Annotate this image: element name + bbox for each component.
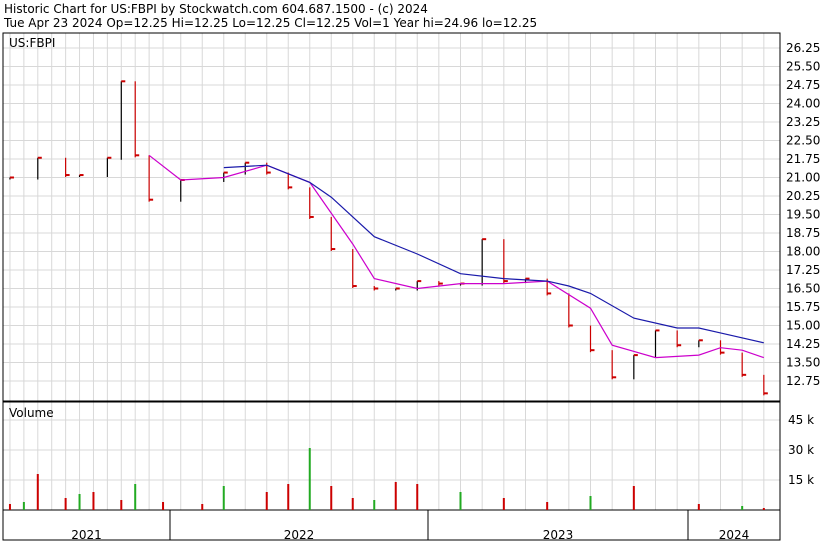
price-tick-label: 19.50 xyxy=(786,208,820,222)
chart-header-line2: Tue Apr 23 2024 Op=12.25 Hi=12.25 Lo=12.… xyxy=(3,16,537,30)
price-tick-label: 18.00 xyxy=(786,245,820,259)
volume-bar xyxy=(265,492,268,510)
volume-bar xyxy=(394,482,397,510)
volume-tick-label: 15 k xyxy=(788,473,814,487)
volume-bar xyxy=(201,504,204,510)
year-label: 2021 xyxy=(71,528,102,542)
price-tick-label: 14.25 xyxy=(786,337,820,351)
price-tick-label: 21.75 xyxy=(786,152,820,166)
volume-tick-labels: 45 k 30 k 15 k xyxy=(788,413,814,487)
year-label: 2024 xyxy=(719,528,750,542)
price-tick-label: 15.00 xyxy=(786,319,820,333)
price-tick-label: 23.25 xyxy=(786,115,820,129)
price-tick-label: 18.75 xyxy=(786,226,820,240)
volume-bar xyxy=(632,486,635,510)
price-tick-label: 21.00 xyxy=(786,171,820,185)
price-tick-label: 12.75 xyxy=(786,374,820,388)
volume-bar xyxy=(459,492,462,510)
price-tick-label: 17.25 xyxy=(786,263,820,277)
volume-bar xyxy=(351,498,354,510)
volume-bar xyxy=(162,502,165,510)
volume-bar xyxy=(78,494,81,510)
volume-bar xyxy=(589,496,592,510)
volume-bar xyxy=(120,500,123,510)
volume-bar xyxy=(64,498,67,510)
volume-bar xyxy=(373,500,376,510)
volume-bar xyxy=(502,498,505,510)
price-panel-title: US:FBPI xyxy=(9,36,55,50)
volume-panel-title: Volume xyxy=(9,406,54,420)
volume-bar xyxy=(546,502,549,510)
price-tick-label: 26.25 xyxy=(786,41,820,55)
stock-chart: Historic Chart for US:FBPI by Stockwatch… xyxy=(0,0,830,543)
volume-bar xyxy=(762,508,765,510)
year-label: 2023 xyxy=(543,528,574,542)
price-tick-label: 20.25 xyxy=(786,189,820,203)
volume-bar xyxy=(287,484,290,510)
volume-bar xyxy=(741,506,744,510)
volume-bar xyxy=(22,502,25,510)
volume-bar xyxy=(92,492,95,510)
volume-tick-label: 45 k xyxy=(788,413,814,427)
year-label: 2022 xyxy=(284,528,315,542)
volume-bar xyxy=(222,486,225,510)
volume-bar xyxy=(697,504,700,510)
price-tick-label: 15.75 xyxy=(786,300,820,314)
price-tick-label: 22.50 xyxy=(786,134,820,148)
volume-bar xyxy=(134,484,137,510)
volume-bar xyxy=(416,484,419,510)
price-tick-label: 13.50 xyxy=(786,356,820,370)
price-tick-label: 24.00 xyxy=(786,97,820,111)
volume-bar xyxy=(330,486,333,510)
volume-bar xyxy=(8,504,11,510)
volume-tick-label: 30 k xyxy=(788,443,814,457)
price-tick-label: 24.75 xyxy=(786,78,820,92)
price-tick-label: 25.50 xyxy=(786,60,820,74)
price-tick-label: 16.50 xyxy=(786,282,820,296)
volume-bar xyxy=(308,448,311,510)
chart-header-line1: Historic Chart for US:FBPI by Stockwatch… xyxy=(4,2,428,16)
volume-bar xyxy=(36,474,39,510)
